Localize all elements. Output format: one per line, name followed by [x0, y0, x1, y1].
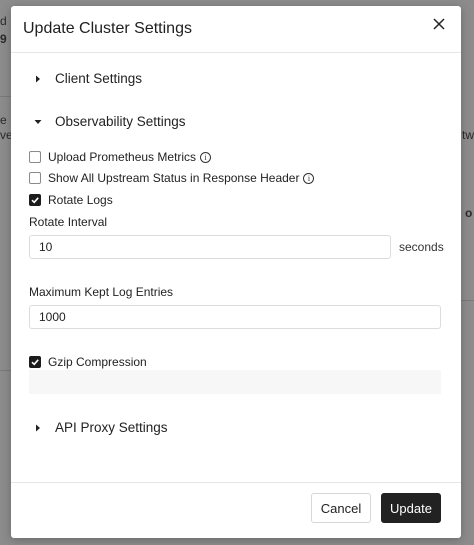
- section-api-proxy-settings[interactable]: API Proxy Settings: [33, 420, 168, 435]
- background-text: 9: [0, 32, 7, 46]
- gzip-row: Gzip Compression: [29, 355, 147, 369]
- rotate-interval-unit: seconds: [399, 240, 444, 254]
- background-divider: [461, 300, 474, 301]
- modal-title: Update Cluster Settings: [23, 20, 192, 37]
- background-text: twi: [462, 128, 474, 142]
- info-icon[interactable]: i: [200, 151, 212, 163]
- show-upstream-label: Show All Upstream Status in Response Hea…: [48, 171, 300, 185]
- rotate-logs-row: Rotate Logs: [29, 193, 113, 207]
- check-icon: [31, 359, 39, 366]
- rotate-interval-label: Rotate Interval: [29, 215, 108, 229]
- upload-prometheus-row: Upload Prometheus Metrics i: [29, 150, 212, 164]
- rotate-interval-input[interactable]: [29, 235, 391, 259]
- caret-right-icon: [36, 75, 40, 82]
- section-client-settings[interactable]: Client Settings: [33, 71, 142, 86]
- section-label: API Proxy Settings: [55, 420, 168, 435]
- background-text: o: [465, 206, 473, 220]
- caret-down-icon: [34, 119, 42, 124]
- max-log-entries-label: Maximum Kept Log Entries: [29, 285, 174, 299]
- section-label: Observability Settings: [55, 114, 186, 129]
- close-icon: [433, 18, 445, 30]
- background-divider: [0, 370, 11, 371]
- footer-divider: [11, 482, 461, 483]
- upload-prometheus-checkbox[interactable]: [29, 151, 41, 163]
- background-divider: [0, 96, 11, 97]
- upload-prometheus-label: Upload Prometheus Metrics: [48, 150, 197, 164]
- update-cluster-settings-modal: Update Cluster Settings Client Settings …: [11, 6, 461, 538]
- rotate-logs-checkbox[interactable]: [29, 194, 41, 206]
- max-log-entries-input[interactable]: [29, 305, 441, 329]
- info-icon[interactable]: i: [303, 172, 315, 184]
- show-upstream-row: Show All Upstream Status in Response Hea…: [29, 171, 315, 185]
- cancel-button[interactable]: Cancel: [311, 493, 371, 523]
- caret-right-icon: [36, 424, 40, 431]
- background-text: e: [0, 113, 7, 127]
- gzip-checkbox[interactable]: [29, 356, 41, 368]
- check-icon: [31, 197, 39, 204]
- gzip-options-area: [29, 370, 441, 394]
- close-button[interactable]: [431, 16, 447, 32]
- gzip-label: Gzip Compression: [48, 355, 147, 369]
- update-button[interactable]: Update: [381, 493, 441, 523]
- header-divider: [11, 52, 461, 53]
- rotate-logs-label: Rotate Logs: [48, 193, 113, 207]
- show-upstream-checkbox[interactable]: [29, 172, 41, 184]
- section-label: Client Settings: [55, 71, 143, 86]
- section-observability-settings[interactable]: Observability Settings: [33, 114, 186, 129]
